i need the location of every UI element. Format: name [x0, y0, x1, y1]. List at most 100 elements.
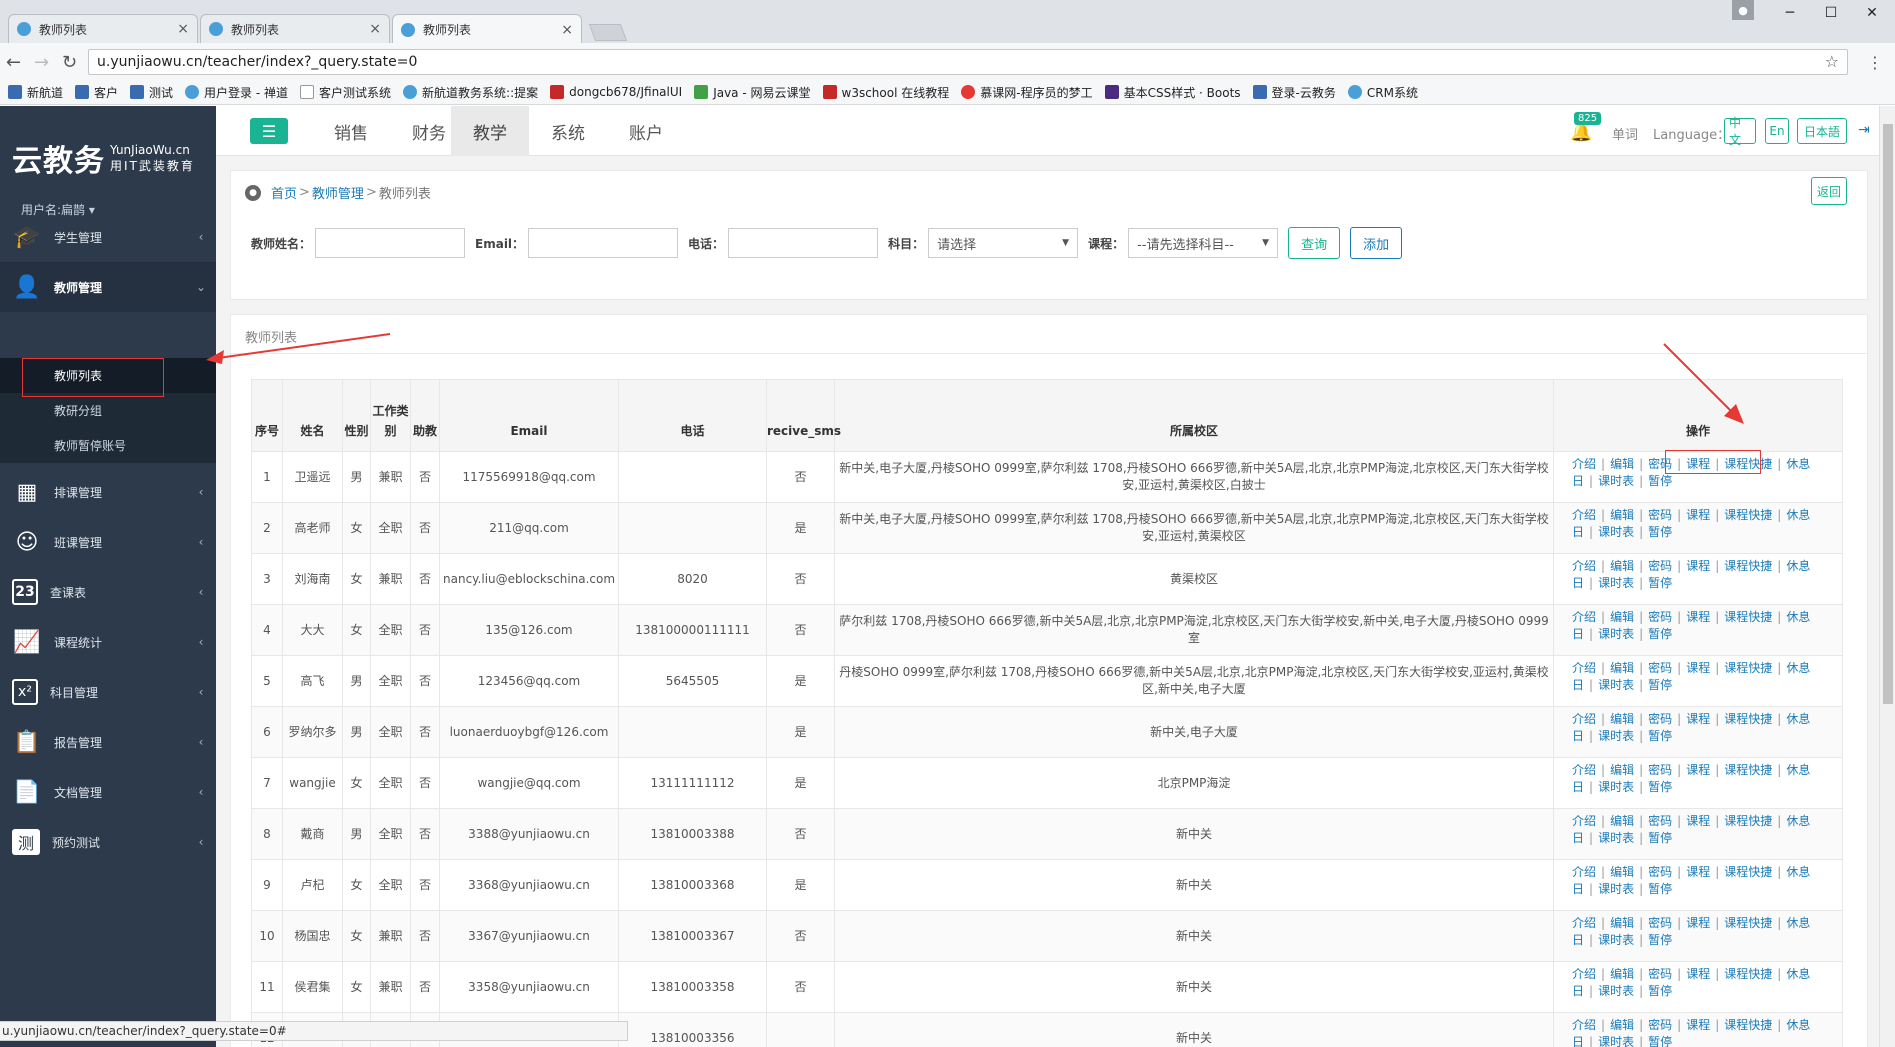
password-link[interactable]: 密码 [1648, 865, 1672, 879]
sidebar-item-document[interactable]: 📄 文档管理 ‹ [0, 767, 216, 817]
breadcrumb-home[interactable]: 首页 [271, 183, 297, 202]
teacher-name-input[interactable] [315, 228, 466, 258]
course-shortcut-link[interactable]: 课程快捷 [1724, 508, 1772, 522]
intro-link[interactable]: 介绍 [1572, 508, 1596, 522]
new-tab-button[interactable] [588, 24, 628, 41]
intro-link[interactable]: 介绍 [1572, 712, 1596, 726]
nav-sales[interactable]: 销售 [312, 106, 390, 156]
course-shortcut-link[interactable]: 课程快捷 [1724, 1018, 1772, 1032]
scrollbar-thumb[interactable] [1883, 124, 1893, 704]
class-hours-link[interactable]: 课时表 [1598, 933, 1634, 947]
password-link[interactable]: 密码 [1648, 610, 1672, 624]
suspend-link[interactable]: 暂停 [1648, 882, 1672, 896]
class-hours-link[interactable]: 课时表 [1598, 678, 1634, 692]
edit-link[interactable]: 编辑 [1610, 814, 1634, 828]
class-hours-link[interactable]: 课时表 [1598, 474, 1634, 488]
course-link[interactable]: 课程 [1686, 610, 1710, 624]
intro-link[interactable]: 介绍 [1572, 967, 1596, 981]
intro-link[interactable]: 介绍 [1572, 763, 1596, 777]
page-scrollbar[interactable] [1879, 106, 1895, 1047]
tab-close-icon[interactable]: × [177, 21, 189, 37]
bookmark-item[interactable]: 客户 [75, 84, 118, 101]
course-link[interactable]: 课程 [1686, 865, 1710, 879]
suspend-link[interactable]: 暂停 [1648, 780, 1672, 794]
password-link[interactable]: 密码 [1648, 661, 1672, 675]
bookmark-item[interactable]: 客户测试系统 [300, 84, 391, 101]
edit-link[interactable]: 编辑 [1610, 967, 1634, 981]
intro-link[interactable]: 介绍 [1572, 661, 1596, 675]
add-button[interactable]: 添加 [1350, 227, 1403, 259]
bookmark-item[interactable]: 新航道 [8, 84, 63, 101]
browser-tab[interactable]: 教师列表 × [8, 14, 198, 43]
password-link[interactable]: 密码 [1648, 967, 1672, 981]
reload-icon[interactable]: ↻ [62, 52, 77, 73]
password-link[interactable]: 密码 [1648, 712, 1672, 726]
course-link[interactable]: 课程 [1686, 661, 1710, 675]
intro-link[interactable]: 介绍 [1572, 865, 1596, 879]
password-link[interactable]: 密码 [1648, 916, 1672, 930]
lang-english-button[interactable]: En [1765, 118, 1789, 144]
class-hours-link[interactable]: 课时表 [1598, 729, 1634, 743]
bookmark-item[interactable]: w3school 在线教程 [822, 84, 949, 101]
sidebar-item-course-stats[interactable]: 📈 课程统计 ‹ [0, 617, 216, 667]
bookmark-item[interactable]: 登录-云教务 [1252, 84, 1336, 101]
edit-link[interactable]: 编辑 [1610, 712, 1634, 726]
sidebar-item-report[interactable]: 📋 报告管理 ‹ [0, 717, 216, 767]
sidebar-item-class[interactable]: ☺ 班课管理 ‹ [0, 517, 216, 567]
intro-link[interactable]: 介绍 [1572, 814, 1596, 828]
class-hours-link[interactable]: 课时表 [1598, 576, 1634, 590]
suspend-link[interactable]: 暂停 [1648, 729, 1672, 743]
class-hours-link[interactable]: 课时表 [1598, 831, 1634, 845]
edit-link[interactable]: 编辑 [1610, 1018, 1634, 1032]
edit-link[interactable]: 编辑 [1610, 763, 1634, 777]
course-link[interactable]: 课程 [1686, 1018, 1710, 1032]
course-shortcut-link[interactable]: 课程快捷 [1724, 763, 1772, 777]
sidebar-item-student[interactable]: 🎓 学生管理 ‹ [0, 212, 216, 262]
subject-select[interactable]: 请选择 ▼ [928, 228, 1079, 258]
course-shortcut-link[interactable]: 课程快捷 [1724, 712, 1772, 726]
menu-toggle-icon[interactable]: ☰ [250, 118, 288, 144]
class-hours-link[interactable]: 课时表 [1598, 525, 1634, 539]
bookmark-item[interactable]: 用户登录 - 禅道 [185, 84, 288, 101]
password-link[interactable]: 密码 [1648, 1018, 1672, 1032]
bookmark-item[interactable]: Java - 网易云课堂 [694, 84, 811, 101]
nav-account[interactable]: 账户 [607, 106, 685, 156]
course-link[interactable]: 课程 [1686, 916, 1710, 930]
bookmark-item[interactable]: 测试 [130, 84, 173, 101]
suspend-link[interactable]: 暂停 [1648, 525, 1672, 539]
edit-link[interactable]: 编辑 [1610, 865, 1634, 879]
submenu-item-research-group[interactable]: 教研分组 [0, 393, 216, 428]
back-arrow-icon[interactable]: ← [6, 52, 21, 73]
sidebar-item-booking-test[interactable]: 测 预约测试 ‹ [0, 817, 216, 867]
course-shortcut-link[interactable]: 课程快捷 [1724, 916, 1772, 930]
password-link[interactable]: 密码 [1648, 559, 1672, 573]
class-hours-link[interactable]: 课时表 [1598, 882, 1634, 896]
edit-link[interactable]: 编辑 [1610, 916, 1634, 930]
email-input[interactable] [528, 228, 679, 258]
browser-tab[interactable]: 教师列表 × [200, 14, 390, 43]
minimize-button[interactable]: ─ [1767, 0, 1813, 26]
nav-teaching[interactable]: 教学 [451, 106, 529, 156]
bookmark-item[interactable]: 基本CSS样式 · Boots [1104, 84, 1241, 101]
suspend-link[interactable]: 暂停 [1648, 933, 1672, 947]
browser-menu-icon[interactable]: ⋮ [1867, 53, 1883, 72]
sidebar-item-teacher[interactable]: 👤 教师管理 ⌄ [0, 262, 216, 312]
suspend-link[interactable]: 暂停 [1648, 678, 1672, 692]
back-button[interactable]: 返回 [1811, 177, 1847, 205]
edit-link[interactable]: 编辑 [1610, 457, 1634, 471]
edit-link[interactable]: 编辑 [1610, 559, 1634, 573]
class-hours-link[interactable]: 课时表 [1598, 627, 1634, 641]
course-link[interactable]: 课程 [1686, 763, 1710, 777]
course-link[interactable]: 课程 [1686, 712, 1710, 726]
intro-link[interactable]: 介绍 [1572, 916, 1596, 930]
tab-close-icon[interactable]: × [369, 21, 381, 37]
course-shortcut-link[interactable]: 课程快捷 [1724, 661, 1772, 675]
lang-japanese-button[interactable]: 日本語 [1797, 118, 1847, 144]
class-hours-link[interactable]: 课时表 [1598, 780, 1634, 794]
class-hours-link[interactable]: 课时表 [1598, 1035, 1634, 1047]
course-shortcut-link[interactable]: 课程快捷 [1724, 610, 1772, 624]
tab-close-icon[interactable]: × [561, 22, 573, 38]
edit-link[interactable]: 编辑 [1610, 661, 1634, 675]
password-link[interactable]: 密码 [1648, 763, 1672, 777]
maximize-button[interactable]: ☐ [1808, 0, 1854, 26]
